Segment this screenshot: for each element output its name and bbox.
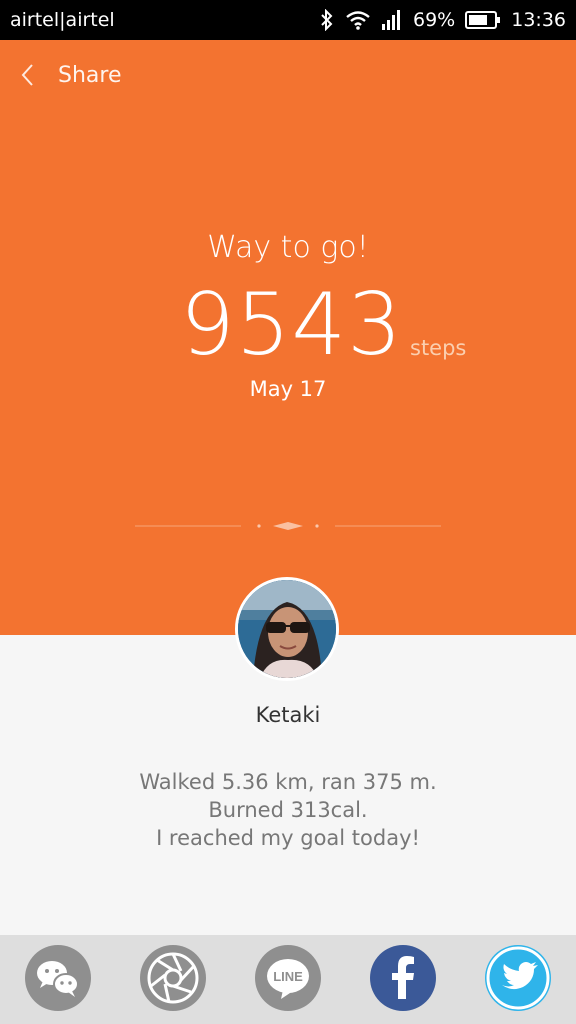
facebook-icon xyxy=(370,956,436,1015)
summary-line-goal: I reached my goal today! xyxy=(156,826,420,850)
chevron-left-icon xyxy=(20,63,34,91)
share-bar: LINE xyxy=(0,935,576,1024)
activity-date: May 17 xyxy=(249,377,327,401)
battery-icon xyxy=(465,11,501,29)
steps-unit: steps xyxy=(410,336,467,360)
carrier-label: airtel|airtel xyxy=(10,9,115,31)
steps-number: 9543 xyxy=(180,275,403,375)
twitter-bird-icon xyxy=(485,946,551,1015)
camera-aperture-icon xyxy=(140,952,206,1015)
status-icons: 69% 13:36 xyxy=(319,6,566,34)
share-line-button[interactable]: LINE xyxy=(255,945,321,1011)
steps-count: 9543 steps xyxy=(0,270,576,380)
battery-percent: 69% xyxy=(413,9,456,31)
congrats-headline: Way to go! xyxy=(207,230,369,265)
share-moments-button[interactable] xyxy=(140,945,206,1011)
summary-line-distance: Walked 5.36 km, ran 375 m. xyxy=(139,770,437,794)
summary-line-calories: Burned 313cal. xyxy=(208,798,368,822)
svg-text:LINE: LINE xyxy=(273,969,303,984)
share-wechat-button[interactable] xyxy=(25,945,91,1011)
avatar xyxy=(235,577,339,681)
clock: 13:36 xyxy=(511,9,566,31)
page-title: Share xyxy=(58,63,122,88)
hero-panel: Share Way to go! 9543 steps May 17 xyxy=(0,40,576,635)
share-facebook-button[interactable] xyxy=(370,945,436,1011)
back-button[interactable] xyxy=(20,62,42,92)
share-twitter-button[interactable] xyxy=(485,945,551,1011)
line-icon: LINE xyxy=(255,959,321,1015)
wifi-icon xyxy=(345,10,371,30)
activity-summary: Walked 5.36 km, ran 375 m. Burned 313cal… xyxy=(0,768,576,852)
user-name: Ketaki xyxy=(255,703,321,727)
bluetooth-icon xyxy=(319,9,335,31)
wechat-icon xyxy=(25,961,91,1015)
signal-icon xyxy=(381,10,403,30)
status-bar: airtel|airtel 69% 13:36 xyxy=(0,0,576,40)
decorative-divider xyxy=(135,522,441,530)
